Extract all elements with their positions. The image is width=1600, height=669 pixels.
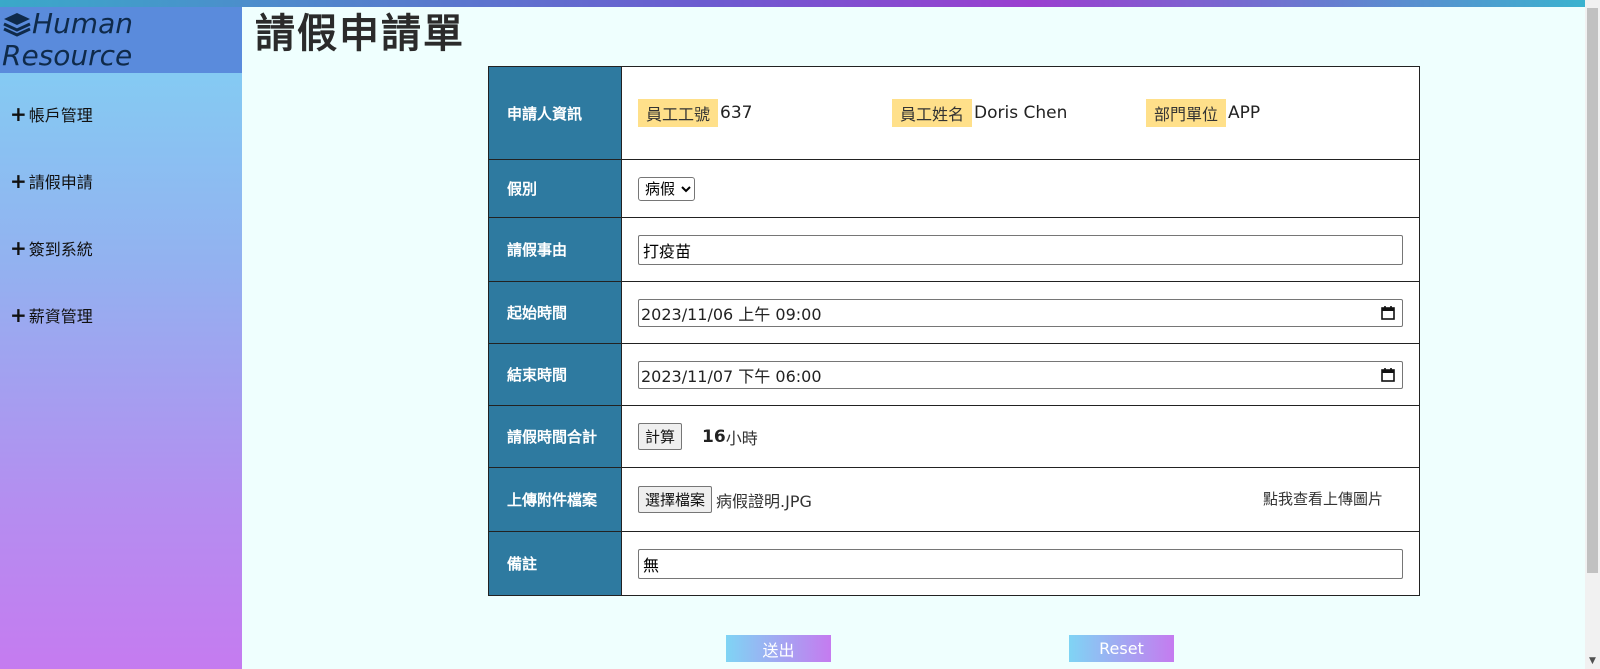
upload-row: 上傳附件檔案 選擇檔案 病假證明.JPG 點我查看上傳圖片 — [488, 467, 1420, 532]
employee-name-tag: 員工姓名 — [892, 99, 973, 127]
brand-name-line1: Human — [32, 7, 133, 40]
sidebar-item-account[interactable]: + 帳戶管理 — [10, 102, 93, 126]
employee-name-value: Doris Chen — [974, 103, 1068, 123]
reason-row: 請假事由 — [488, 217, 1420, 282]
scrollbar-thumb[interactable] — [1587, 8, 1598, 573]
department-group: 部門單位 APP — [1146, 99, 1400, 127]
plus-icon: + — [10, 169, 27, 193]
applicant-label: 申請人資訊 — [488, 66, 622, 160]
scrollbar[interactable]: ▼ — [1585, 0, 1600, 669]
reason-label: 請假事由 — [488, 217, 622, 282]
employee-name-group: 員工姓名 Doris Chen — [892, 99, 1146, 127]
start-time-input[interactable]: 2023/11/06 上午 09:00 — [638, 298, 1403, 327]
remark-label: 備註 — [488, 531, 622, 596]
sidebar-item-leave[interactable]: + 請假申請 — [10, 169, 93, 193]
sidebar-item-label: 請假申請 — [28, 173, 93, 192]
end-time-value: 2023/11/07 下午 06:00 — [641, 366, 822, 386]
reason-input[interactable] — [638, 234, 1403, 265]
brand-logo[interactable]: Human Resource — [0, 7, 242, 73]
calendar-icon[interactable] — [1381, 305, 1395, 320]
end-time-label: 結束時間 — [488, 343, 622, 406]
leave-type-label: 假別 — [488, 159, 622, 218]
plus-icon: + — [10, 303, 27, 327]
choose-file-button[interactable]: 選擇檔案 — [638, 486, 713, 513]
employee-id-value: 637 — [720, 103, 753, 123]
sidebar-item-label: 帳戶管理 — [28, 106, 93, 125]
view-upload-link[interactable]: 點我查看上傳圖片 — [1263, 488, 1383, 509]
start-time-value: 2023/11/06 上午 09:00 — [641, 304, 822, 324]
remark-row: 備註 — [488, 531, 1420, 596]
sidebar-item-label: 簽到系統 — [28, 240, 93, 259]
remark-input[interactable] — [638, 548, 1403, 579]
leave-type-row: 假別 病假 — [488, 159, 1420, 218]
scroll-down-arrow-icon[interactable]: ▼ — [1585, 655, 1600, 667]
sidebar-item-label: 薪資管理 — [28, 307, 93, 326]
page-title: 請假申請單 — [255, 11, 465, 57]
employee-id-group: 員工工號 637 — [638, 99, 892, 127]
total-time-label: 請假時間合計 — [488, 405, 622, 468]
plus-icon: + — [10, 236, 27, 260]
start-time-row: 起始時間 2023/11/06 上午 09:00 — [488, 281, 1420, 344]
calendar-icon[interactable] — [1381, 367, 1395, 382]
sidebar: Human Resource + 帳戶管理 + 請假申請 + 簽到系統 + 薪資… — [0, 0, 242, 669]
submit-button[interactable]: 送出 — [726, 635, 831, 662]
leave-form: 申請人資訊 員工工號 637 員工姓名 Doris Chen 部門單位 APP … — [488, 66, 1420, 596]
end-time-row: 結束時間 2023/11/07 下午 06:00 — [488, 343, 1420, 406]
end-time-input[interactable]: 2023/11/07 下午 06:00 — [638, 360, 1403, 389]
employee-id-tag: 員工工號 — [638, 99, 719, 127]
hours-unit: 小時 — [725, 428, 758, 448]
total-time-row: 請假時間合計 計算 16 小時 — [488, 405, 1420, 468]
reset-button[interactable]: Reset — [1069, 635, 1174, 662]
applicant-row: 申請人資訊 員工工號 637 員工姓名 Doris Chen 部門單位 APP — [488, 66, 1420, 160]
leave-type-select[interactable]: 病假 — [638, 176, 695, 201]
upload-label: 上傳附件檔案 — [488, 467, 622, 532]
calculate-button[interactable]: 計算 — [638, 423, 683, 450]
sidebar-item-checkin[interactable]: + 簽到系統 — [10, 236, 93, 260]
plus-icon: + — [10, 102, 27, 126]
brand-name-line2: Resource — [2, 39, 133, 72]
department-tag: 部門單位 — [1146, 99, 1227, 127]
total-hours-value: 16 — [702, 426, 726, 447]
department-value: APP — [1228, 103, 1261, 123]
layers-icon — [3, 13, 31, 37]
uploaded-filename: 病假證明.JPG — [716, 491, 812, 511]
top-gradient-bar — [0, 0, 1585, 7]
sidebar-item-salary[interactable]: + 薪資管理 — [10, 303, 93, 327]
start-time-label: 起始時間 — [488, 281, 622, 344]
